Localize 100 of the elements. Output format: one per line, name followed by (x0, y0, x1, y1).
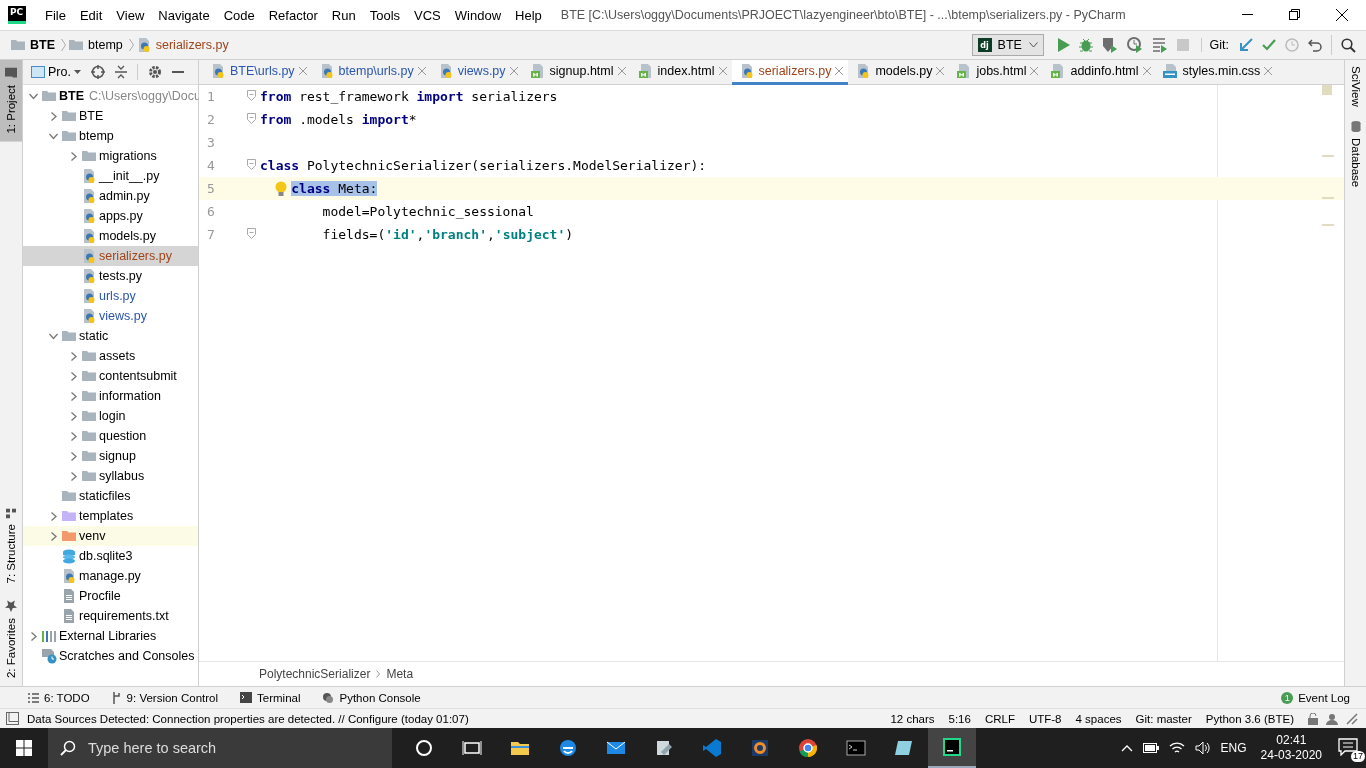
menu-item[interactable]: Run (324, 7, 363, 23)
toggle-tool-windows-icon[interactable] (6, 712, 19, 725)
chevron-right-icon[interactable] (68, 411, 78, 421)
close-icon[interactable] (1336, 9, 1348, 21)
run-concurrency-icon[interactable] (1151, 37, 1168, 53)
tool-window-button[interactable]: 6: TODO (28, 691, 90, 704)
tree-row[interactable]: templates (23, 506, 198, 526)
tree-row[interactable]: Procfile (23, 586, 198, 606)
menu-item[interactable]: VCS (407, 7, 448, 23)
tool-window-button[interactable]: SciView (1349, 66, 1362, 107)
chevron-right-icon[interactable] (48, 531, 58, 541)
task-view-icon[interactable] (462, 738, 482, 758)
tool-window-button[interactable]: 7: Structure (0, 500, 22, 592)
inspector-icon[interactable] (1326, 712, 1338, 725)
tool-window-button[interactable]: 1: Project (0, 60, 22, 142)
tool-window-button[interactable]: Python Console (322, 691, 421, 704)
tool-window-button[interactable]: 2: Favorites (0, 591, 22, 686)
tree-row[interactable]: manage.py (23, 566, 198, 586)
chevron-right-icon[interactable] (68, 431, 78, 441)
tree-row[interactable]: views.py (23, 306, 198, 326)
tree-row[interactable]: apps.py (23, 206, 198, 226)
run-icon[interactable] (1057, 38, 1070, 52)
update-project-icon[interactable] (1239, 38, 1253, 52)
taskbar-clock[interactable]: 02:41 24-03-2020 (1260, 733, 1322, 763)
command-prompt-icon[interactable] (846, 738, 866, 758)
editor-tab[interactable]: signup.html (522, 60, 631, 85)
restore-icon[interactable] (1289, 9, 1300, 20)
menu-item[interactable]: Navigate (151, 7, 217, 23)
tree-row[interactable]: BTE C:\Users\oggy\Docu (23, 86, 198, 106)
tree-row[interactable]: admin.py (23, 186, 198, 206)
breadcrumb-item[interactable]: serializers.py (133, 37, 231, 53)
menu-item[interactable]: Refactor (261, 7, 325, 23)
status-item[interactable]: 5:16 (948, 712, 971, 725)
tree-row[interactable]: External Libraries (23, 626, 198, 646)
locate-icon[interactable] (90, 65, 105, 79)
breadcrumb-item[interactable]: btemp (66, 37, 125, 53)
chevron-right-icon[interactable] (68, 151, 78, 161)
lightbulb-icon[interactable] (275, 181, 288, 197)
chevron-up-icon[interactable] (1120, 744, 1133, 752)
chevron-right-icon[interactable] (48, 511, 58, 521)
editor-tab[interactable]: BTE\urls.py (203, 60, 312, 85)
editor-tab[interactable]: addinfo.html (1043, 60, 1156, 85)
status-item[interactable]: UTF-8 (1028, 712, 1062, 725)
status-item[interactable]: 12 chars (890, 712, 935, 725)
tree-row[interactable]: db.sqlite3 (23, 546, 198, 566)
menu-item[interactable]: Window (447, 7, 509, 23)
menu-item[interactable]: Tools (362, 7, 408, 23)
editor-tab[interactable]: views.py (430, 60, 523, 85)
wifi-icon[interactable] (1168, 741, 1185, 755)
tree-row[interactable]: serializers.py (23, 246, 198, 266)
code-editor-icon[interactable] (702, 738, 722, 758)
tree-row[interactable]: syllabus (23, 466, 198, 486)
chevron-down-icon[interactable] (28, 91, 38, 101)
media-app-icon[interactable] (750, 738, 770, 758)
tree-row[interactable]: BTE (23, 106, 198, 126)
input-language[interactable]: ENG (1220, 741, 1247, 755)
lock-icon[interactable] (1308, 712, 1318, 725)
notes-app-icon[interactable] (654, 738, 674, 758)
tree-row[interactable]: static (23, 326, 198, 346)
tree-row[interactable]: information (23, 386, 198, 406)
structure-breadcrumb[interactable]: Meta (386, 667, 414, 681)
tool-window-button[interactable]: Terminal (240, 691, 301, 704)
editor-tab[interactable]: btemp\urls.py (311, 60, 431, 85)
status-item[interactable]: Python 3.6 (BTE) (1205, 712, 1294, 725)
fold-marker-icon[interactable] (247, 90, 256, 101)
chevron-right-icon[interactable] (68, 351, 78, 361)
chevron-down-icon[interactable] (48, 331, 58, 341)
tree-row[interactable]: assets (23, 346, 198, 366)
editor-tab[interactable]: serializers.py (731, 60, 849, 85)
pycharm-icon[interactable] (942, 737, 962, 757)
windows-start-icon[interactable] (16, 740, 32, 756)
collapse-all-icon[interactable] (114, 65, 127, 79)
structure-breadcrumb[interactable]: PolytechnicSerializer (259, 667, 371, 681)
commit-icon[interactable] (1262, 38, 1276, 52)
coverage-icon[interactable] (1101, 37, 1118, 53)
tree-row[interactable]: requirements.txt (23, 606, 198, 626)
menu-item[interactable]: Code (216, 7, 262, 23)
tree-row[interactable]: migrations (23, 146, 198, 166)
status-item[interactable]: 4 spaces (1075, 712, 1122, 725)
tree-row[interactable]: Scratches and Consoles (23, 646, 198, 666)
menu-item[interactable]: View (109, 7, 152, 23)
menu-item[interactable]: File (38, 7, 73, 23)
run-configuration-dropdown[interactable]: dj BTE (971, 34, 1044, 56)
profile-icon[interactable] (1126, 37, 1143, 53)
menu-item[interactable]: Edit (72, 7, 110, 23)
status-item[interactable]: Git: master (1135, 712, 1192, 725)
chevron-right-icon[interactable] (68, 471, 78, 481)
event-log-button[interactable]: 1 Event Log (1281, 691, 1350, 704)
tree-row[interactable]: staticfiles (23, 486, 198, 506)
tree-row[interactable]: signup (23, 446, 198, 466)
tree-row[interactable]: urls.py (23, 286, 198, 306)
slanted-window-icon[interactable] (894, 738, 914, 758)
cortana-icon[interactable] (414, 738, 434, 758)
volume-icon[interactable] (1194, 741, 1211, 755)
chevron-right-icon[interactable] (28, 631, 38, 641)
browser-icon[interactable] (558, 738, 578, 758)
tree-row[interactable]: login (23, 406, 198, 426)
tree-row[interactable]: question (23, 426, 198, 446)
fold-marker-icon[interactable] (247, 159, 256, 170)
rollback-icon[interactable] (1308, 38, 1322, 52)
